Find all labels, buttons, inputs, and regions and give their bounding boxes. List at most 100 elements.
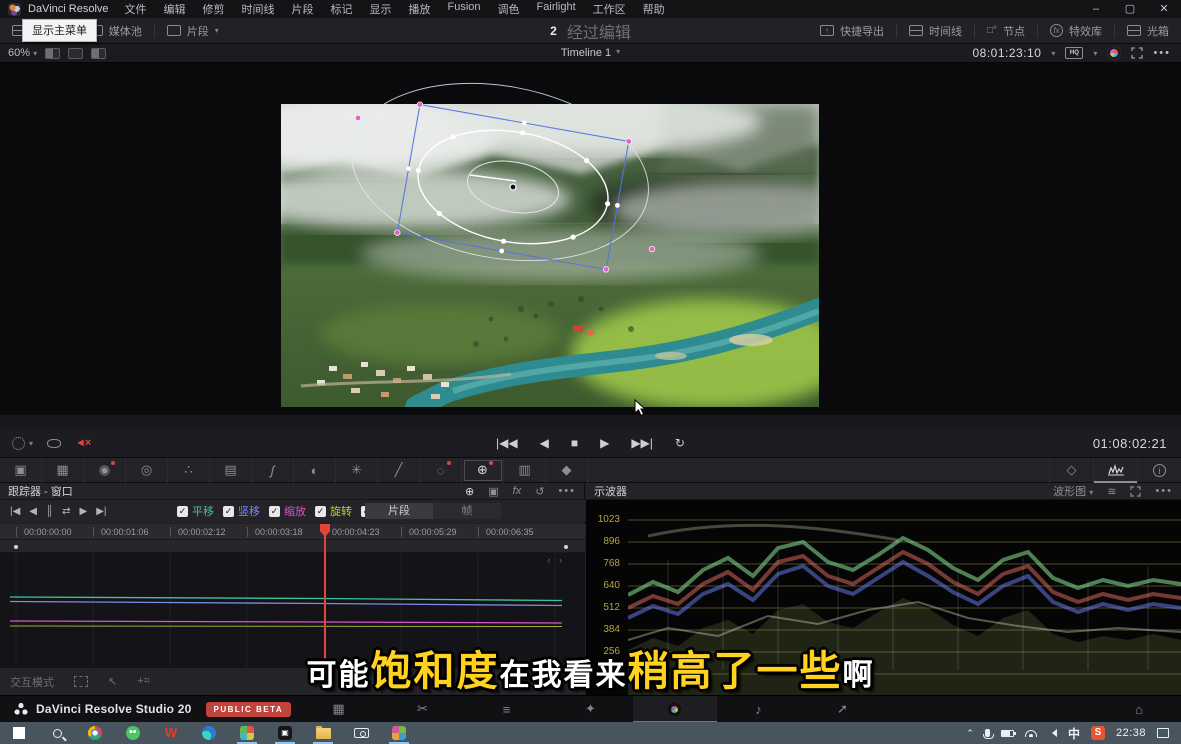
nodes-panel-button[interactable]: □° 节点 <box>975 18 1037 43</box>
timeline-selector[interactable]: Timeline 1 ▾ <box>0 47 1181 59</box>
menu-help[interactable]: 帮助 <box>643 1 665 17</box>
clips-button[interactable]: 片段 ▾ <box>155 18 231 43</box>
quick-export-button[interactable]: ↑ 快捷导出 <box>808 18 896 43</box>
colorful-x-app-icon[interactable] <box>228 722 266 744</box>
stop-button[interactable]: ■ <box>571 436 578 450</box>
color-match-icon[interactable]: ▦ <box>42 458 84 483</box>
menu-file[interactable]: 文件 <box>125 1 147 17</box>
camera-raw-icon[interactable]: ▣ <box>0 458 42 483</box>
battery-tray-icon[interactable] <box>1001 730 1014 737</box>
track-one-frame-reverse-button[interactable]: ◀ <box>29 506 37 517</box>
keyframe-dot[interactable] <box>14 545 18 549</box>
3d-qualifier-icon[interactable]: ✳ <box>336 458 378 483</box>
close-button[interactable]: ✕ <box>1147 0 1181 18</box>
menu-mark[interactable]: 标记 <box>331 1 353 17</box>
taskbar-clock[interactable]: 22:38 <box>1116 727 1146 739</box>
scope-mode-select[interactable]: 波形图 ▾ <box>1053 483 1093 499</box>
menu-fusion[interactable]: Fusion <box>448 1 481 17</box>
checkbox-tilt[interactable]: ✓竖移 <box>223 503 260 519</box>
menu-playback[interactable]: 播放 <box>409 1 431 17</box>
page-tab-fairlight[interactable]: ♪ <box>717 696 801 723</box>
file-explorer-icon[interactable] <box>304 722 342 744</box>
notification-center-icon[interactable] <box>1157 728 1169 738</box>
maximize-button[interactable]: ▢ <box>1113 0 1147 18</box>
project-home-icon[interactable]: ⌂ <box>1135 702 1143 717</box>
wechat-app-icon[interactable] <box>114 722 152 744</box>
wps-app-icon[interactable]: W <box>152 722 190 744</box>
wifi-tray-icon[interactable] <box>1025 730 1037 737</box>
start-button[interactable] <box>0 722 38 744</box>
timeline-panel-button[interactable]: 时间线 <box>897 18 974 43</box>
menu-color[interactable]: 调色 <box>498 1 520 17</box>
capcut-app-icon[interactable]: ▣ <box>266 722 304 744</box>
play-button[interactable]: ▶ <box>600 436 609 450</box>
photos-app-icon[interactable] <box>380 722 418 744</box>
page-tab-deliver[interactable]: ➚ <box>801 696 885 723</box>
menu-timeline[interactable]: 时间线 <box>242 1 275 17</box>
scopes-icon[interactable] <box>1093 458 1137 483</box>
track-one-frame-forward-button[interactable]: ▶ <box>79 506 87 517</box>
expand-scope-icon[interactable] <box>1130 486 1141 497</box>
track-reverse-to-start-button[interactable]: |◀ <box>10 506 20 517</box>
taskbar-search-button[interactable] <box>38 722 76 744</box>
tab-clip[interactable]: 片段 <box>365 503 433 519</box>
edge-app-icon[interactable] <box>190 722 228 744</box>
sogou-ime-icon[interactable]: S <box>1091 726 1105 740</box>
track-target-icon[interactable]: ⊕ <box>465 485 474 498</box>
loop-button[interactable]: ↻ <box>675 436 685 450</box>
tracker-options-icon[interactable]: ••• <box>558 485 576 497</box>
info-icon[interactable]: i <box>1137 458 1181 483</box>
checkbox-pan[interactable]: ✓平移 <box>177 503 214 519</box>
qualifier-icon[interactable]: ◐ <box>294 458 336 483</box>
pause-button[interactable]: ║ <box>46 506 53 517</box>
power-window-icon[interactable]: ◌ <box>420 458 462 483</box>
microphone-tray-icon[interactable] <box>985 729 990 737</box>
menu-edit[interactable]: 编辑 <box>164 1 186 17</box>
video-frame[interactable] <box>281 104 819 407</box>
tracker-ruler[interactable]: 00:00:00:00 00:00:01:06 00:00:02:12 00:0… <box>0 524 585 540</box>
chrome-app-icon[interactable] <box>76 722 114 744</box>
scope-options-icon[interactable]: ••• <box>1155 485 1173 497</box>
cloud-tracker-icon[interactable]: ▣ <box>488 485 498 498</box>
page-tab-color[interactable] <box>633 696 717 723</box>
menu-view[interactable]: 显示 <box>370 1 392 17</box>
keyframes-icon[interactable]: ◇ <box>1049 458 1093 483</box>
eyedropper-icon[interactable]: ╱ <box>378 458 420 483</box>
blur-icon[interactable]: ◆ <box>546 458 588 483</box>
page-tab-cut[interactable]: ✂ <box>381 696 465 723</box>
page-tab-edit[interactable]: ≡ <box>465 696 549 723</box>
davinci-logo-icon[interactable] <box>8 3 21 16</box>
track-forward-to-end-button[interactable]: ▶| <box>96 506 106 517</box>
minimize-button[interactable]: – <box>1079 0 1113 18</box>
projector-app-icon[interactable] <box>342 722 380 744</box>
color-wheels-icon[interactable]: ◉ <box>84 458 126 483</box>
volume-tray-icon[interactable] <box>1048 729 1057 737</box>
hidden-icons-chevron[interactable]: ⌃ <box>966 728 974 739</box>
fx-tracker-icon[interactable]: fx <box>513 485 522 497</box>
go-to-end-button[interactable]: ▶▶| <box>631 436 653 450</box>
menu-fairlight[interactable]: Fairlight <box>537 1 576 17</box>
lightbox-button[interactable]: 光箱 <box>1115 18 1181 43</box>
magic-mask-icon[interactable]: ▥ <box>504 458 546 483</box>
menu-workspace[interactable]: 工作区 <box>593 1 626 17</box>
scope-settings-icon[interactable]: ≊ <box>1107 485 1116 498</box>
tab-frame[interactable]: 帧 <box>433 503 501 519</box>
rgb-mixer-icon[interactable]: ∴ <box>168 458 210 483</box>
curves-icon[interactable]: ʃ <box>252 458 294 483</box>
menu-clip[interactable]: 片段 <box>292 1 314 17</box>
input-method-indicator[interactable]: 中 <box>1068 725 1080 742</box>
checkbox-zoom[interactable]: ✓缩放 <box>269 503 306 519</box>
effects-library-button[interactable]: fx 特效库 <box>1038 18 1114 43</box>
hdr-grade-icon[interactable]: ◎ <box>126 458 168 483</box>
reset-icon[interactable]: ↺ <box>535 485 544 498</box>
track-bidirectional-button[interactable]: ⇄ <box>62 506 70 517</box>
go-to-start-button[interactable]: |◀◀ <box>496 436 518 450</box>
keyframe-nav-icons[interactable]: ‹ › <box>548 555 566 565</box>
tracker-icon[interactable]: ⊕ <box>462 458 504 483</box>
keyframe-dot[interactable] <box>564 545 568 549</box>
menu-trim[interactable]: 修剪 <box>203 1 225 17</box>
checkbox-rotate[interactable]: ✓旋转 <box>315 503 352 519</box>
page-tab-fusion[interactable]: ✦ <box>549 696 633 723</box>
keyframe-track[interactable] <box>0 540 585 553</box>
play-reverse-button[interactable]: ◀ <box>540 436 549 450</box>
